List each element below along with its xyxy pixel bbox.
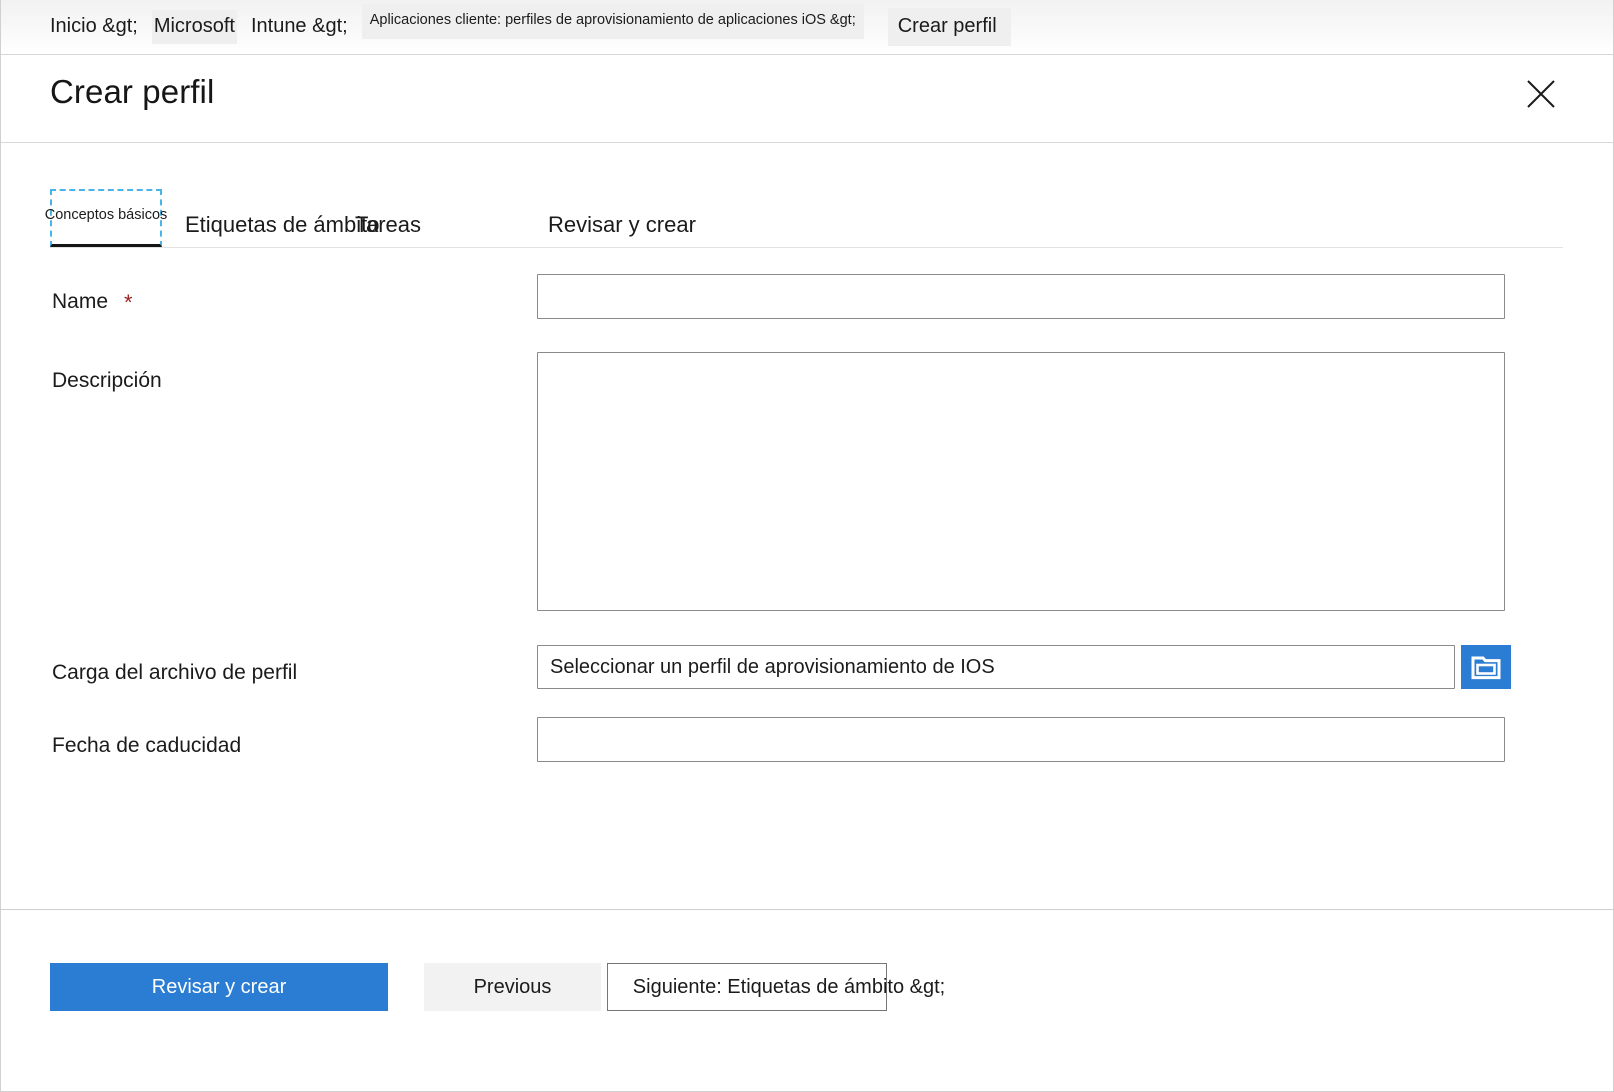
- breadcrumb-item-microsoft[interactable]: Microsoft: [151, 10, 237, 44]
- blade-body: Conceptos básicos Etiquetas de ámbito Ta…: [0, 144, 1614, 909]
- folder-icon: [1471, 654, 1501, 680]
- description-label: Descripción: [52, 369, 162, 392]
- tab-label: Conceptos básicos: [44, 207, 168, 224]
- tab-conceptos-basicos[interactable]: Conceptos básicos: [45, 189, 167, 247]
- blade-header: Crear perfil: [0, 55, 1614, 143]
- close-button[interactable]: [1518, 71, 1564, 117]
- breadcrumb-item-inicio[interactable]: Inicio &gt;: [48, 10, 140, 44]
- blade-footer: Revisar y crear Previous Siguiente: Etiq…: [0, 909, 1614, 1092]
- name-input[interactable]: [537, 274, 1505, 319]
- name-label: Name *: [52, 290, 133, 315]
- breadcrumb: Inicio &gt; Microsoft Intune &gt; Aplica…: [0, 0, 1614, 55]
- page-title: Crear perfil: [50, 73, 215, 110]
- tab-tareas[interactable]: Tareas: [355, 214, 421, 236]
- browse-file-button[interactable]: [1461, 645, 1511, 689]
- tab-etiquetas-de-ambito[interactable]: Etiquetas de ámbito: [185, 214, 379, 236]
- required-marker: *: [124, 290, 133, 315]
- breadcrumb-item-crear-perfil: Crear perfil: [887, 8, 1011, 46]
- profile-file-input[interactable]: [537, 645, 1455, 689]
- next-button-label: Siguiente: Etiquetas de ámbito &gt;: [632, 976, 946, 998]
- expiry-date-label: Fecha de caducidad: [52, 734, 242, 757]
- expiry-date-input[interactable]: [537, 717, 1505, 762]
- close-icon: [1526, 79, 1556, 109]
- breadcrumb-item-aplicaciones-cliente[interactable]: Aplicaciones cliente: perfiles de aprovi…: [361, 4, 864, 39]
- tab-list: Conceptos básicos Etiquetas de ámbito Ta…: [45, 186, 1563, 248]
- next-button[interactable]: Siguiente: Etiquetas de ámbito &gt;: [607, 963, 945, 1011]
- description-textarea[interactable]: [537, 352, 1505, 611]
- previous-button[interactable]: Previous: [424, 963, 601, 1011]
- review-create-button[interactable]: Revisar y crear: [50, 963, 388, 1011]
- tab-revisar-y-crear[interactable]: Revisar y crear: [548, 214, 696, 236]
- breadcrumb-item-intune[interactable]: Intune &gt;: [249, 10, 350, 44]
- profile-file-label: Carga del archivo de perfil: [52, 661, 298, 684]
